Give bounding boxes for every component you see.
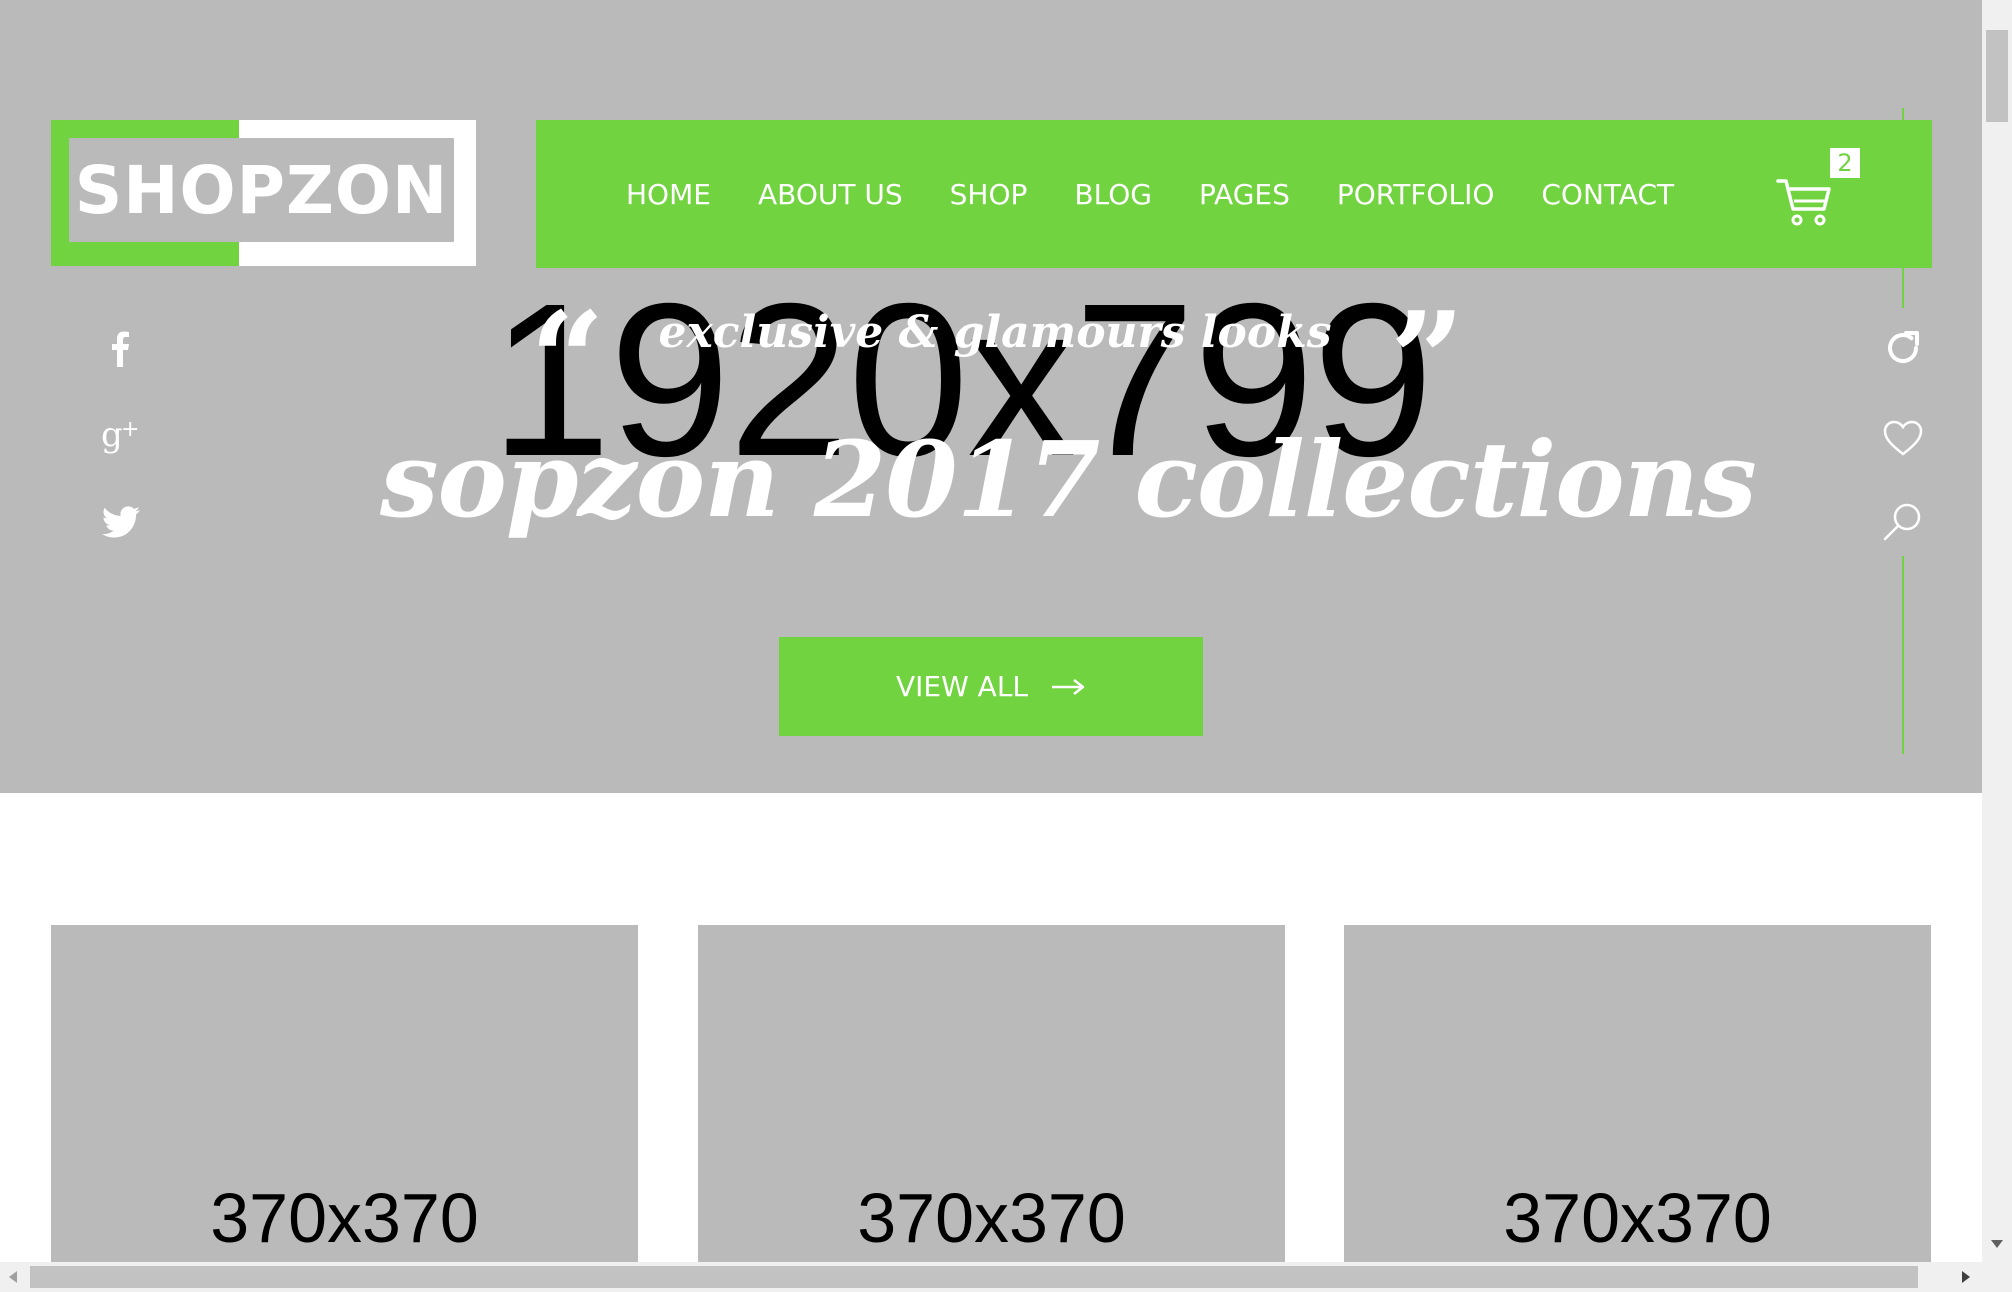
view-all-label: VIEW ALL bbox=[895, 670, 1029, 703]
twitter-icon[interactable] bbox=[96, 497, 146, 547]
nav-item-contact[interactable]: CONTACT bbox=[1541, 178, 1674, 211]
main-navbar: HOME ABOUT US SHOP BLOG PAGES PORTFOLIO … bbox=[536, 120, 1932, 268]
hero-headline: sopzon 2017 collections bbox=[380, 418, 1757, 541]
card-image-placeholder-label: 370x370 bbox=[210, 1179, 479, 1257]
heart-icon[interactable] bbox=[1878, 413, 1928, 463]
promo-card-2[interactable]: 370x370 bbox=[698, 925, 1285, 1263]
svg-text:g: g bbox=[101, 415, 123, 455]
nav-item-portfolio[interactable]: PORTFOLIO bbox=[1337, 178, 1495, 211]
cart-count-badge: 2 bbox=[1830, 148, 1860, 178]
hero-slider: 1920x799 SHOPZON HOME ABOUT US SHOP BLOG… bbox=[0, 0, 1982, 793]
nav-item-pages[interactable]: PAGES bbox=[1199, 178, 1290, 211]
svg-text:+: + bbox=[121, 417, 139, 442]
logo-text: SHOPZON bbox=[74, 151, 449, 229]
quote-close-mark: ” bbox=[1390, 283, 1465, 436]
vertical-scrollbar[interactable] bbox=[1982, 0, 2012, 1262]
facebook-icon[interactable] bbox=[96, 323, 146, 373]
promo-card-3[interactable]: 370x370 bbox=[1344, 925, 1931, 1263]
nav-item-home[interactable]: HOME bbox=[626, 178, 711, 211]
vertical-scrollbar-thumb[interactable] bbox=[1986, 30, 2008, 122]
horizontal-scrollbar-thumb[interactable] bbox=[30, 1266, 1918, 1288]
hero-tagline: exclusive & glamours looks bbox=[658, 307, 1332, 358]
nav-item-about-us[interactable]: ABOUT US bbox=[758, 178, 903, 211]
hero-tagline-block: “ exclusive & glamours looks ” bbox=[530, 295, 1465, 425]
promo-card-1[interactable]: 370x370 bbox=[51, 925, 638, 1263]
nav-menu: HOME ABOUT US SHOP BLOG PAGES PORTFOLIO … bbox=[626, 120, 1721, 268]
scroll-right-arrow-icon[interactable] bbox=[1962, 1271, 1970, 1283]
cart-icon[interactable] bbox=[1776, 177, 1832, 227]
nav-item-shop[interactable]: SHOP bbox=[950, 178, 1028, 211]
right-vertical-line-bottom bbox=[1902, 556, 1904, 754]
view-all-button[interactable]: VIEW ALL bbox=[779, 637, 1203, 736]
nav-item-blog[interactable]: BLOG bbox=[1074, 178, 1152, 211]
card-image-placeholder-label: 370x370 bbox=[1503, 1179, 1772, 1257]
horizontal-scrollbar[interactable] bbox=[0, 1262, 2012, 1292]
logo-inner-box: SHOPZON bbox=[69, 138, 454, 242]
card-image-placeholder-label: 370x370 bbox=[857, 1179, 1126, 1257]
scroll-left-arrow-icon[interactable] bbox=[9, 1271, 17, 1283]
search-icon[interactable] bbox=[1878, 497, 1928, 547]
google-plus-icon[interactable]: g + bbox=[96, 408, 146, 458]
arrow-right-icon bbox=[1052, 678, 1085, 695]
site-logo[interactable]: SHOPZON bbox=[51, 120, 476, 266]
scroll-down-arrow-icon[interactable] bbox=[1991, 1240, 2003, 1248]
refresh-icon[interactable] bbox=[1878, 323, 1928, 373]
